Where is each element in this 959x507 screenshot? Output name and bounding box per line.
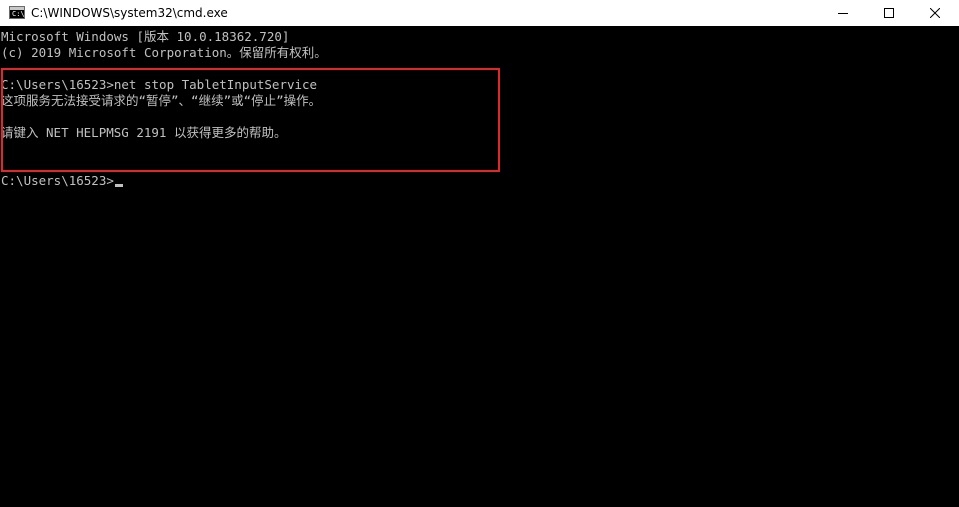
cmd-app-icon[interactable]: C:\ xyxy=(9,6,25,19)
console-line-prompt[interactable]: C:\Users\16523> xyxy=(1,173,123,189)
title-bar[interactable]: C:\ C:\WINDOWS\system32\cmd.exe xyxy=(0,0,959,26)
console-line-copyright: (c) 2019 Microsoft Corporation。保留所有权利。 xyxy=(1,45,327,60)
close-icon xyxy=(930,8,940,18)
text-cursor xyxy=(114,184,123,187)
maximize-button[interactable] xyxy=(866,0,912,26)
console-line-version: Microsoft Windows [版本 10.0.18362.720] xyxy=(1,29,290,44)
maximize-icon xyxy=(884,8,894,18)
cmd-window: C:\ C:\WINDOWS\system32\cmd.exe Microsof… xyxy=(0,0,959,507)
highlight-box xyxy=(1,68,500,172)
close-button[interactable] xyxy=(912,0,958,26)
cmd-icon-glyph: C:\ xyxy=(12,10,25,18)
console-output-area[interactable]: Microsoft Windows [版本 10.0.18362.720] (c… xyxy=(0,26,959,507)
console-prompt-text: C:\Users\16523> xyxy=(1,173,114,188)
window-title: C:\WINDOWS\system32\cmd.exe xyxy=(31,6,228,20)
minimize-icon xyxy=(838,13,848,14)
minimize-button[interactable] xyxy=(820,0,866,26)
